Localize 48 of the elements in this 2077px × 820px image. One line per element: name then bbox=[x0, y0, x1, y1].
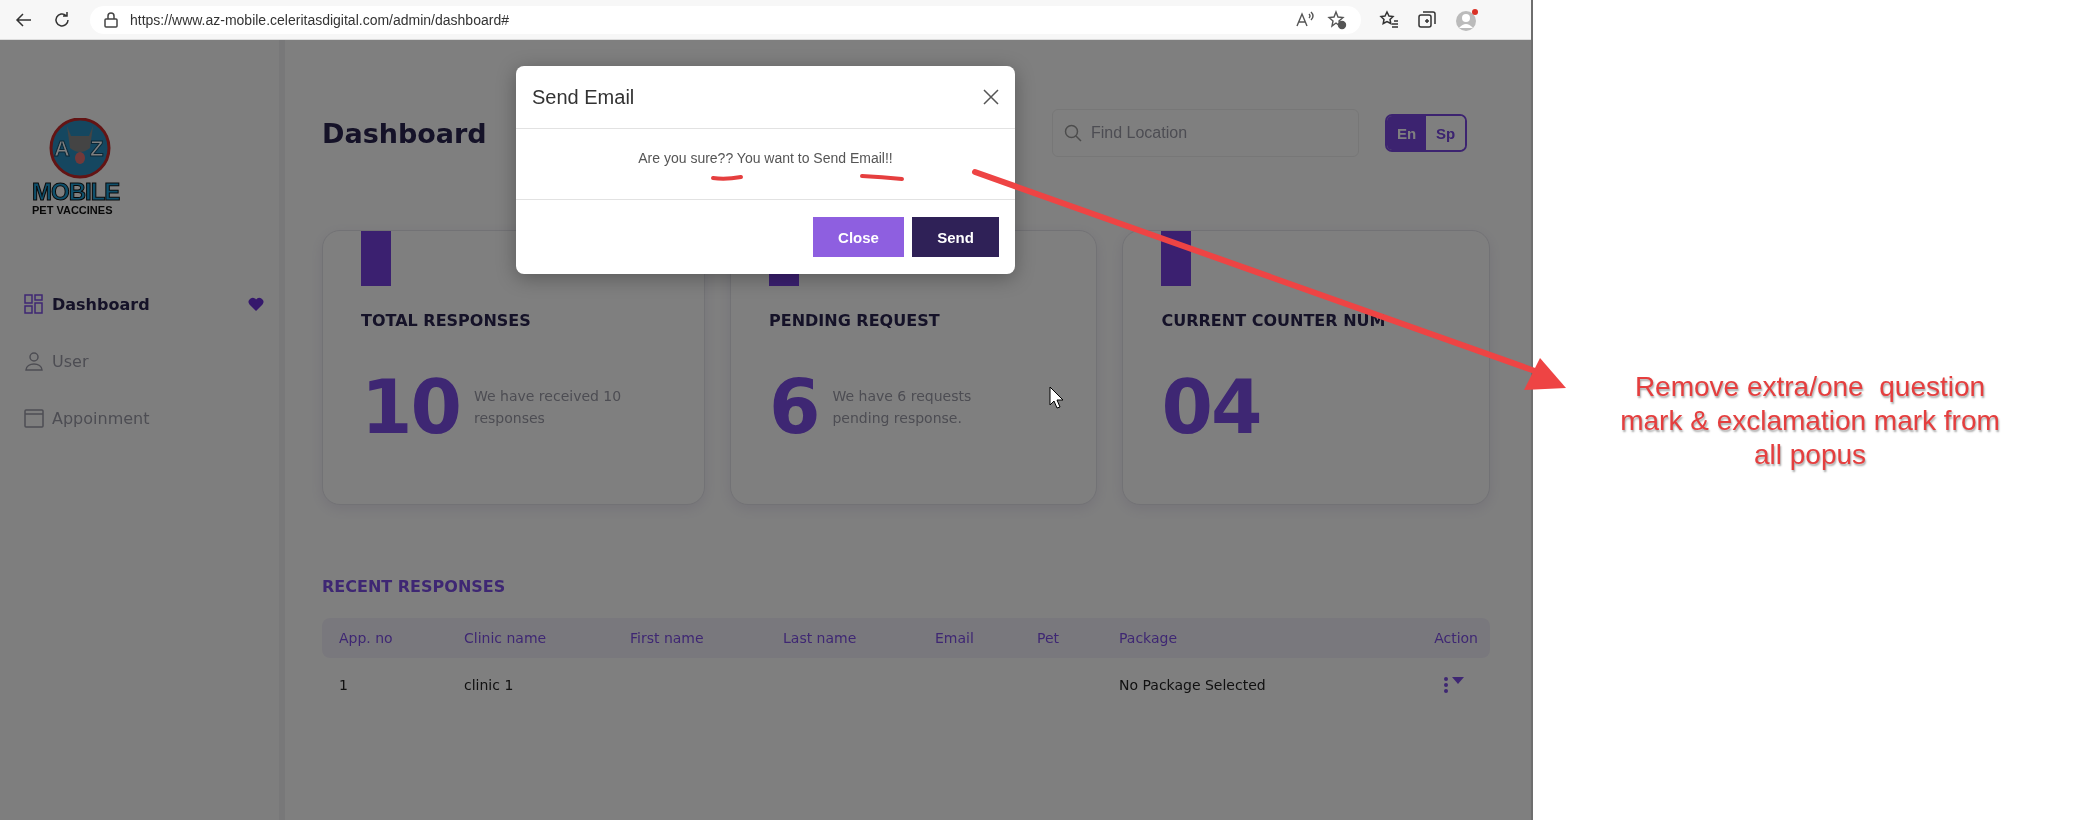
kebab-menu-icon[interactable] bbox=[1444, 677, 1448, 693]
sidebar-item[interactable]: Dashboard bbox=[24, 286, 264, 322]
favorites-icon[interactable] bbox=[1379, 9, 1399, 30]
column-header: App. no bbox=[339, 630, 394, 646]
card-value: 10 bbox=[361, 364, 460, 450]
profile-icon[interactable] bbox=[1455, 7, 1479, 32]
card-value: 6 bbox=[769, 364, 819, 450]
column-header: Package bbox=[1119, 630, 1179, 646]
star-add-icon[interactable] bbox=[1327, 9, 1347, 30]
card-value: 04 bbox=[1161, 364, 1261, 450]
close-icon[interactable] bbox=[983, 89, 999, 105]
language-toggle[interactable]: En bbox=[1387, 116, 1426, 150]
underline-mark bbox=[860, 174, 904, 181]
modal-message: Are you sure?? You want to Send Email!! bbox=[638, 150, 893, 166]
calendar-icon bbox=[24, 408, 44, 428]
logo-letter: Z bbox=[90, 136, 104, 162]
column-header: Email bbox=[935, 630, 975, 646]
card-title: TOTAL RESPONSES bbox=[361, 311, 532, 330]
logo-tagline: PET VACCINES bbox=[32, 204, 113, 216]
column-header: Clinic name bbox=[464, 630, 548, 646]
refresh-icon[interactable] bbox=[52, 9, 72, 30]
page-title: Dashboard bbox=[322, 117, 488, 149]
cursor-icon bbox=[1049, 386, 1064, 409]
send-button[interactable]: Send bbox=[912, 217, 999, 257]
column-header: Last name bbox=[783, 630, 858, 646]
column-header: Pet bbox=[1037, 630, 1061, 646]
logo-name: MOBILE bbox=[32, 178, 120, 206]
address-bar[interactable]: https://www.az-mobile.celeritasdigital.com/admin/dashboard# bbox=[90, 5, 1361, 34]
logo-letter: A bbox=[54, 136, 70, 162]
heart-icon bbox=[248, 297, 264, 311]
card-accent bbox=[361, 231, 391, 286]
table-cell-text: clinic 1 bbox=[464, 677, 515, 693]
column-header: Action bbox=[1433, 630, 1478, 646]
read-aloud-icon[interactable] bbox=[1295, 10, 1315, 29]
card-title: PENDING REQUEST bbox=[769, 311, 941, 330]
close-button[interactable]: Close bbox=[813, 217, 904, 257]
lock-icon bbox=[104, 11, 118, 28]
section-title: RECENT RESPONSES bbox=[322, 577, 507, 596]
user-icon bbox=[24, 351, 44, 371]
underline-mark bbox=[711, 175, 743, 181]
caret-icon[interactable] bbox=[1452, 677, 1464, 684]
modal-title: Send Email bbox=[532, 85, 635, 109]
table-cell-text: No Package Selected bbox=[1119, 677, 1267, 693]
column-header: First name bbox=[630, 630, 705, 646]
table-cell-text: 1 bbox=[339, 677, 349, 693]
collections-icon[interactable] bbox=[1417, 9, 1437, 30]
annotation-text: Remove extra/one question mark & exclamation mark from all popus bbox=[1619, 370, 2001, 472]
grid-icon bbox=[24, 294, 44, 314]
